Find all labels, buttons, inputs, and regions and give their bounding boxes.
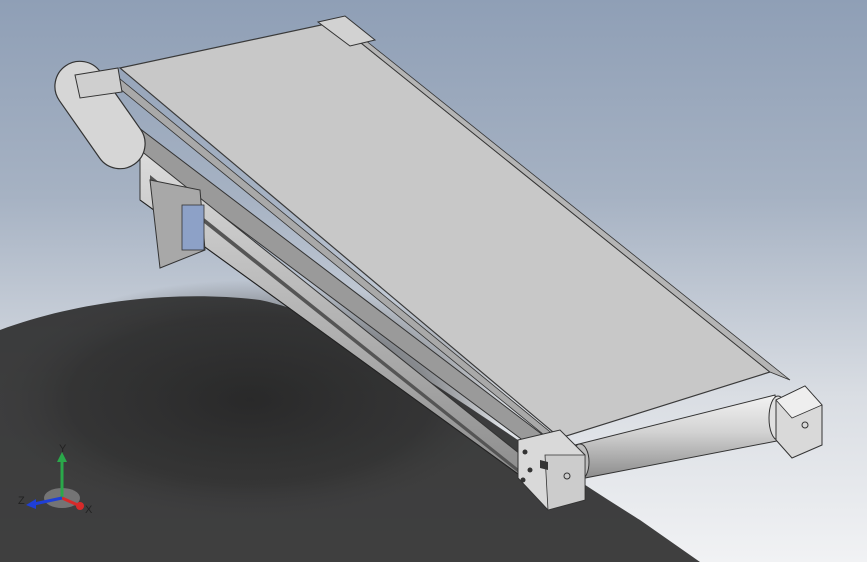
conveyor-model-scene[interactable] xyxy=(0,0,867,562)
reference-triad[interactable]: Y X Z xyxy=(14,440,104,530)
z-axis-label: Z xyxy=(18,495,25,507)
y-axis-label: Y xyxy=(59,443,67,455)
x-axis-label: X xyxy=(85,504,93,516)
graphics-viewport[interactable]: Y X Z xyxy=(0,0,867,562)
end-cap-right xyxy=(775,385,823,459)
